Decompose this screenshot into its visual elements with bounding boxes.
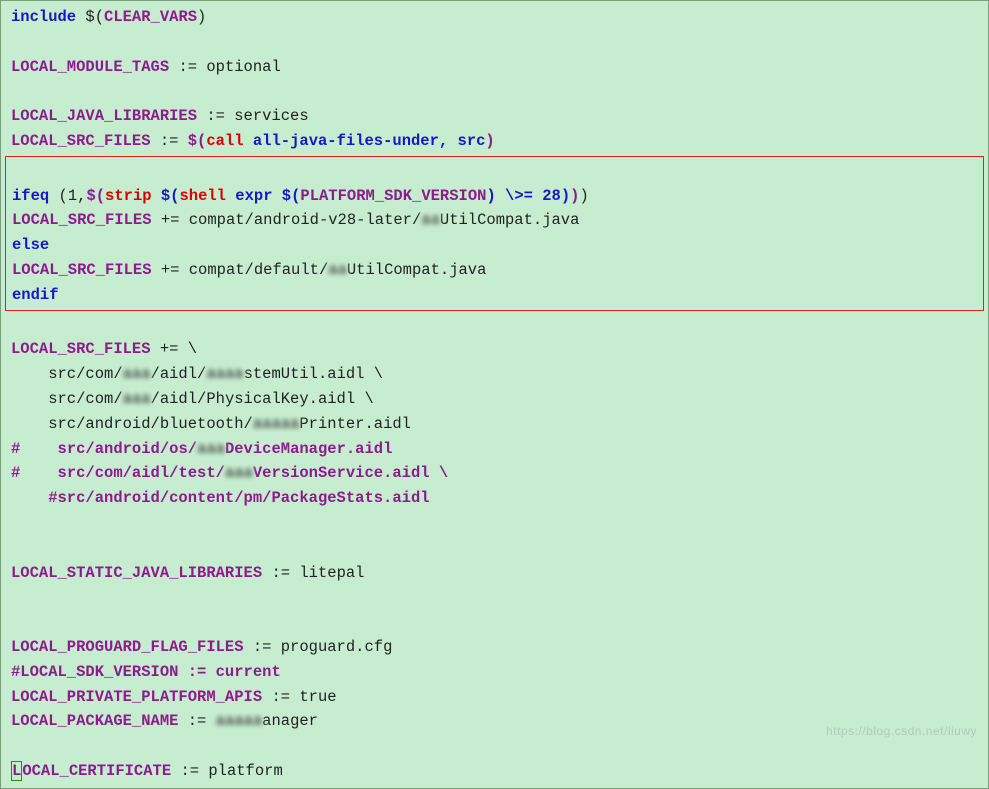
redacted-text: aaa [123, 390, 151, 408]
cursor-char: L [11, 761, 22, 781]
highlighted-block: ifeq (1,$(strip $(shell expr $(PLATFORM_… [5, 156, 984, 311]
comment-line: #src/android/content/pm/PackageStats.aid… [11, 486, 978, 511]
code-line: LOCAL_MODULE_TAGS := optional [11, 55, 978, 80]
code-line: else [12, 233, 977, 258]
blank-line [11, 585, 978, 610]
blank-line [11, 79, 978, 104]
code-line: LOCAL_CERTIFICATE := platform [11, 759, 978, 784]
keyword-include: include [11, 8, 76, 26]
code-line: include $(CLEAR_VARS) [11, 5, 978, 30]
code-line: LOCAL_SRC_FILES += \ [11, 337, 978, 362]
code-line: src/com/aaa/aidl/PhysicalKey.aidl \ [11, 387, 978, 412]
blank-line [11, 536, 978, 561]
comment-line: # src/android/os/aaaDeviceManager.aidl [11, 437, 978, 462]
watermark-text: https://blog.csdn.net/liuwy [826, 722, 977, 741]
code-line: LOCAL_SRC_FILES := $(call all-java-files… [11, 129, 978, 154]
redacted-text: aaaaa [216, 712, 263, 730]
code-line: ifeq (1,$(strip $(shell expr $(PLATFORM_… [12, 184, 977, 209]
code-block: include $(CLEAR_VARS) LOCAL_MODULE_TAGS … [0, 0, 989, 789]
code-line: LOCAL_PROGUARD_FLAG_FILES := proguard.cf… [11, 635, 978, 660]
redacted-text: aaa [225, 464, 253, 482]
code-line: LOCAL_SRC_FILES += compat/android-v28-la… [12, 208, 977, 233]
comment-line: #LOCAL_SDK_VERSION := current [11, 660, 978, 685]
blank-line [11, 511, 978, 536]
comment-line: # src/com/aidl/test/aaaVersionService.ai… [11, 461, 978, 486]
redacted-text: aa [328, 261, 347, 279]
blank-line [11, 30, 978, 55]
blank-line [11, 313, 978, 338]
redacted-text: aaaa [206, 365, 243, 383]
code-line: endif [12, 283, 977, 308]
code-line: LOCAL_SRC_FILES += compat/default/aaUtil… [12, 258, 977, 283]
code-line: LOCAL_JAVA_LIBRARIES := services [11, 104, 978, 129]
redacted-text: aaaaa [253, 415, 300, 433]
redacted-text: aa [421, 211, 440, 229]
redacted-text: aaa [197, 440, 225, 458]
code-line: src/com/aaa/aidl/aaaastemUtil.aidl \ [11, 362, 978, 387]
redacted-text: aaa [123, 365, 151, 383]
blank-line [12, 159, 977, 184]
code-line: LOCAL_STATIC_JAVA_LIBRARIES := litepal [11, 561, 978, 586]
code-line: LOCAL_PRIVATE_PLATFORM_APIS := true [11, 685, 978, 710]
code-line: src/android/bluetooth/aaaaaPrinter.aidl [11, 412, 978, 437]
blank-line [11, 610, 978, 635]
